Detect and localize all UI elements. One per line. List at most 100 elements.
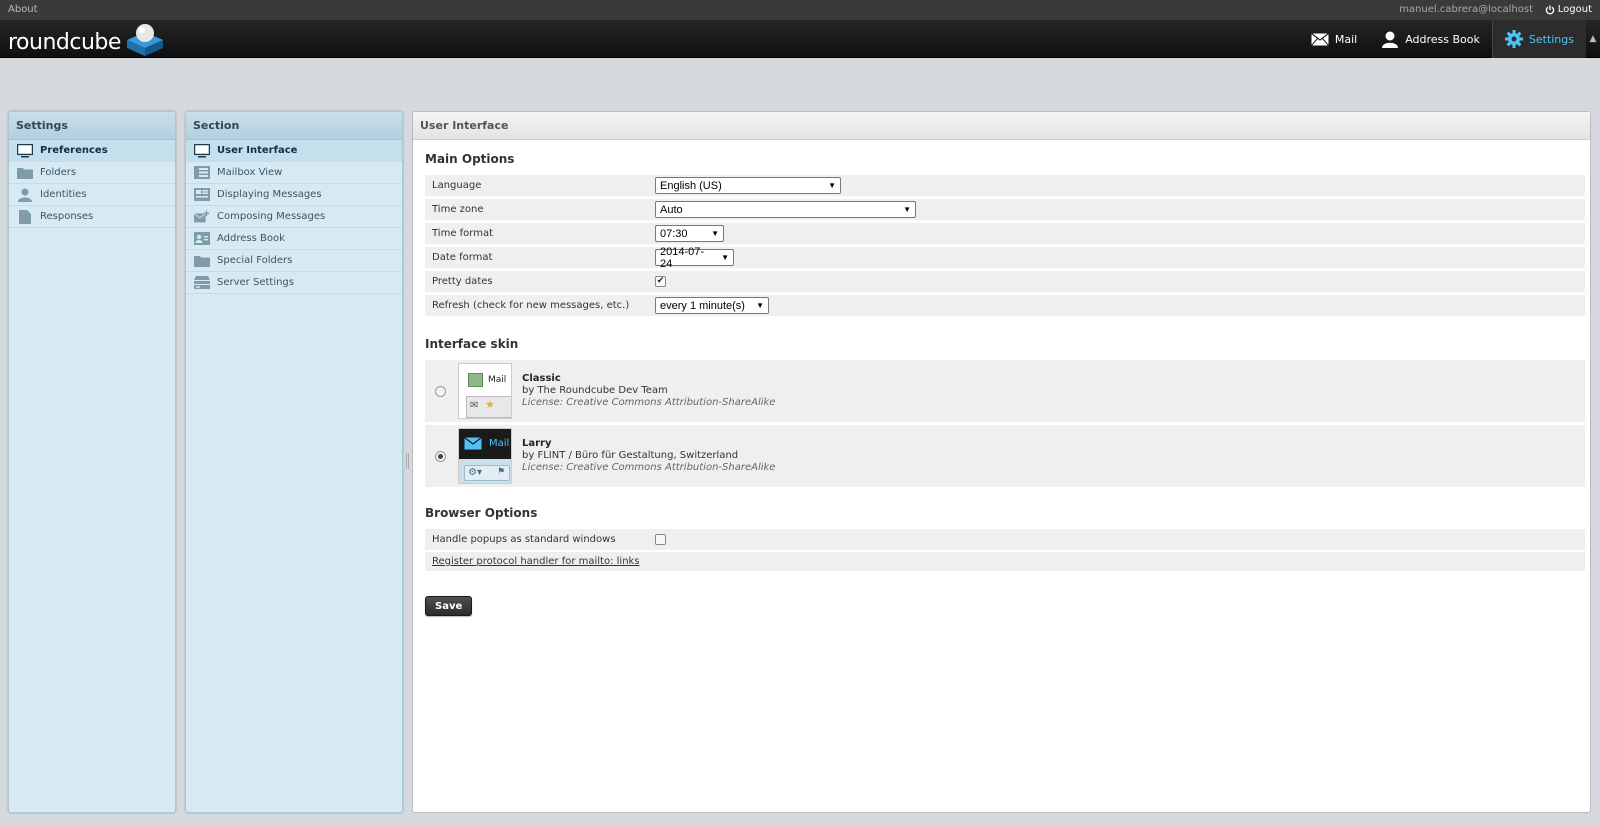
skin-license: License: Creative Commons Attribution-Sh… [522, 462, 776, 473]
skin-name: Classic [522, 373, 561, 384]
section-item-special-folders[interactable]: Special Folders [186, 250, 402, 272]
compose-icon [194, 210, 210, 224]
power-icon [1545, 5, 1554, 14]
section-item-label: Composing Messages [217, 211, 326, 222]
dateformat-row: Date format 2014-07-24 ▼ [425, 246, 1585, 270]
dropdown-arrow-icon: ▼ [828, 181, 836, 190]
logout-button[interactable]: Logout [1545, 4, 1592, 15]
refresh-select[interactable]: every 1 minute(s) ▼ [655, 297, 769, 314]
monitor-icon [17, 143, 33, 158]
refresh-row: Refresh (check for new messages, etc.) e… [425, 295, 1585, 317]
panel-splitter-handle[interactable] [406, 453, 409, 469]
section-item-server-settings[interactable]: Server Settings [186, 272, 402, 294]
skin-info-classic: Classic by The Roundcube Dev Team Licens… [522, 373, 775, 409]
popups-label: Handle popups as standard windows [432, 534, 616, 545]
settings-panel: Settings Preferences Folders Identities … [8, 111, 176, 813]
popups-row: Handle popups as standard windows [425, 529, 1585, 551]
dateformat-value: 2014-07-24 [660, 245, 705, 270]
language-row: Language English (US) ▼ [425, 175, 1585, 197]
dateformat-label: Date format [432, 252, 493, 263]
section-item-label: Address Book [217, 233, 285, 244]
prettydates-row: Pretty dates ✔ [425, 271, 1585, 293]
radio-selected-dot [438, 453, 443, 459]
timezone-value: Auto [660, 203, 683, 216]
timezone-row: Time zone Auto ▼ [425, 199, 1585, 221]
timeformat-row: Time format 07:30 ▼ [425, 223, 1585, 245]
skin-radio-larry[interactable] [435, 450, 446, 462]
skin-author: by FLINT / Büro für Gestaltung, Switzerl… [522, 450, 739, 461]
message-view-icon [194, 188, 210, 202]
list-view-icon [194, 166, 210, 180]
section-item-displaying-messages[interactable]: Displaying Messages [186, 184, 402, 206]
timeformat-select[interactable]: 07:30 ▼ [655, 225, 724, 242]
skin-info-larry: Larry by FLINT / Büro für Gestaltung, Sw… [522, 438, 775, 474]
section-item-label: Special Folders [217, 255, 293, 266]
section-item-mailbox-view[interactable]: Mailbox View [186, 162, 402, 184]
skin-thumbnail-larry: Mail ⚙▾ ⚑ [458, 428, 512, 484]
settings-item-responses[interactable]: Responses [9, 206, 175, 228]
dropdown-arrow-icon: ▼ [721, 253, 729, 262]
roundcube-logo[interactable]: roundcube [8, 22, 165, 58]
document-icon [17, 209, 33, 224]
settings-item-label: Preferences [40, 145, 108, 156]
skin-thumb-label: Mail [488, 375, 507, 385]
main-nav: Mail Address Book Settings ▲ [1299, 20, 1600, 58]
settings-item-folders[interactable]: Folders [9, 162, 175, 184]
nav-address-book[interactable]: Address Book [1369, 20, 1492, 58]
monitor-icon [194, 143, 210, 158]
settings-panel-title: Settings [9, 112, 175, 140]
language-value: English (US) [660, 179, 722, 192]
folder-icon [194, 254, 210, 268]
skin-thumb-label: Mail [489, 438, 510, 449]
star-icon: ★ [485, 398, 495, 411]
server-icon [194, 276, 210, 290]
settings-item-preferences[interactable]: Preferences [9, 140, 175, 162]
skin-license: License: Creative Commons Attribution-Sh… [522, 397, 776, 408]
refresh-value: every 1 minute(s) [660, 299, 745, 312]
prettydates-label: Pretty dates [432, 276, 493, 287]
preferences-content: User Interface Main Options Language Eng… [412, 111, 1591, 813]
skin-author: by The Roundcube Dev Team [522, 385, 668, 396]
popups-checkbox[interactable] [655, 534, 666, 545]
save-button[interactable]: Save [425, 596, 473, 616]
section-panel-title: Section [186, 112, 402, 140]
user-email: manuel.cabrera@localhost [1399, 4, 1533, 15]
main-options-heading: Main Options [425, 152, 515, 166]
skin-row-classic[interactable]: Mail ✉ ★ Classic by The Roundcube Dev Te… [425, 360, 1585, 422]
register-protocol-link[interactable]: Register protocol handler for mailto: li… [425, 556, 640, 567]
section-item-composing-messages[interactable]: Composing Messages [186, 206, 402, 228]
section-item-user-interface[interactable]: User Interface [186, 140, 402, 162]
mail-icon [1310, 32, 1329, 46]
section-panel: Section User Interface Mailbox View Disp… [185, 111, 403, 813]
nav-expand-caret[interactable]: ▲ [1586, 20, 1600, 58]
protocol-handler-row: Register protocol handler for mailto: li… [425, 552, 1585, 572]
settings-item-identities[interactable]: Identities [9, 184, 175, 206]
language-select[interactable]: English (US) ▼ [655, 177, 841, 194]
dropdown-arrow-icon: ▼ [711, 229, 719, 238]
browser-options-heading: Browser Options [425, 506, 538, 520]
nav-mail-label: Mail [1334, 32, 1358, 46]
settings-item-label: Responses [40, 211, 94, 222]
about-link[interactable]: About [8, 4, 38, 15]
person-icon [1382, 31, 1399, 48]
section-item-label: Mailbox View [217, 167, 283, 178]
skin-radio-classic[interactable] [435, 385, 446, 397]
contact-card-icon [194, 232, 210, 246]
interface-skin-heading: Interface skin [425, 337, 519, 351]
skin-row-larry[interactable]: Mail ⚙▾ ⚑ Larry by FLINT / Büro für Gest… [425, 425, 1585, 487]
folder-icon [17, 166, 33, 180]
nav-settings[interactable]: Settings [1491, 20, 1586, 58]
section-item-address-book[interactable]: Address Book [186, 228, 402, 250]
dateformat-select[interactable]: 2014-07-24 ▼ [655, 246, 734, 270]
content-title: User Interface [413, 112, 1590, 140]
flag-icon: ⚑ [497, 467, 506, 477]
prettydates-checkbox[interactable]: ✔ [655, 276, 666, 287]
header: roundcube Mail Address Book Settings ▲ [0, 20, 1600, 58]
section-item-label: Displaying Messages [217, 189, 322, 200]
top-bar: About manuel.cabrera@localhost Logout [0, 0, 1600, 20]
logo-text: roundcube [8, 29, 121, 55]
dropdown-arrow-icon: ▼ [903, 205, 911, 214]
timezone-select[interactable]: Auto ▼ [655, 201, 916, 218]
dropdown-arrow-icon: ▼ [756, 301, 764, 310]
nav-mail[interactable]: Mail [1299, 20, 1369, 58]
